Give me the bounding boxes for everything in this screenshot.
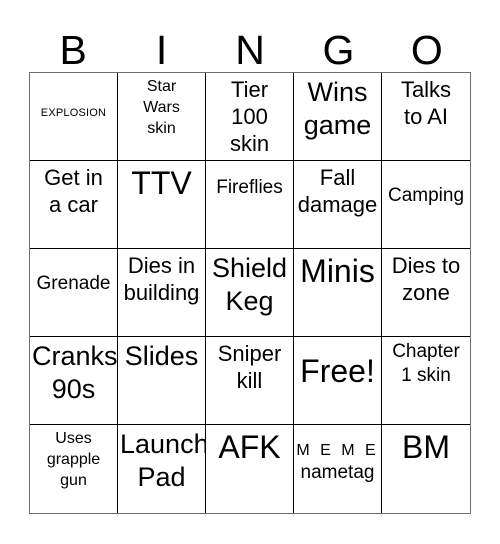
bingo-cell[interactable]: Fireflies: [206, 161, 294, 249]
bingo-cell-label: Free!: [300, 353, 375, 389]
bingo-cell-label: Uses grapple gun: [46, 430, 101, 489]
bingo-cell-label: BM: [402, 429, 450, 465]
bingo-cell[interactable]: Chapter 1 skin: [382, 337, 470, 425]
bingo-cell[interactable]: Star Wars skin: [118, 73, 206, 161]
bingo-cell[interactable]: Get in a car: [30, 161, 118, 249]
bingo-cell-label: Get in a car: [44, 165, 103, 217]
bingo-cell-label: Minis: [300, 253, 375, 289]
bingo-cell-label: Sniper kill: [217, 341, 282, 393]
bingo-cell-label: Shield Keg: [211, 253, 288, 316]
bingo-card: B I N G O EXPLOSION Star Wars skin Tier 10…: [0, 0, 500, 544]
bingo-cell-label: TTV: [131, 165, 192, 201]
bingo-header-letter-n: N: [235, 27, 265, 73]
bingo-cell-label: Camping: [387, 185, 465, 206]
bingo-cell[interactable]: EXPLOSION: [30, 73, 118, 161]
bingo-cell[interactable]: Tier 100 skin: [206, 73, 294, 161]
bingo-cell[interactable]: Free!: [294, 337, 382, 425]
bingo-header-letter-i: I: [155, 27, 168, 73]
bingo-cell-label: Launch Pad: [120, 429, 206, 492]
bingo-cell[interactable]: Shield Keg: [206, 249, 294, 337]
bingo-cell-label: Fall damage: [297, 165, 378, 217]
bingo-grid: EXPLOSION Star Wars skin Tier 100 skin Wins…: [29, 72, 471, 514]
bingo-cell-label: Grenade: [36, 273, 111, 294]
bingo-cell-label: Chapter 1 skin: [392, 341, 460, 386]
bingo-cell[interactable]: AFK: [206, 425, 294, 513]
bingo-cell-label: Fireflies: [216, 177, 283, 198]
bingo-cell[interactable]: Sniper kill: [206, 337, 294, 425]
bingo-cell[interactable]: Minis: [294, 249, 382, 337]
bingo-cell[interactable]: Grenade: [30, 249, 118, 337]
bingo-header-letter-o: O: [410, 27, 443, 73]
bingo-cell[interactable]: Dies in building: [118, 249, 206, 337]
bingo-cell-label: Tier 100 skin: [229, 77, 270, 156]
bingo-cell-label-line-2: nametag: [300, 462, 375, 483]
bingo-cell[interactable]: Launch Pad: [118, 425, 206, 513]
bingo-cell[interactable]: Slides: [118, 337, 206, 425]
bingo-header-letter-b: B: [59, 27, 87, 73]
bingo-cell[interactable]: Uses grapple gun: [30, 425, 118, 513]
bingo-cell[interactable]: BM: [382, 425, 470, 513]
bingo-header-letter-g: G: [322, 27, 355, 73]
bingo-cell[interactable]: Fall damage: [294, 161, 382, 249]
bingo-cell-label: EXPLOSION: [40, 107, 107, 119]
bingo-cell-label-line-1: M E M E: [296, 442, 379, 459]
bingo-cell[interactable]: Wins game: [294, 73, 382, 161]
bingo-cell-label: AFK: [218, 429, 281, 465]
bingo-cell-label: M E M E nametag: [296, 428, 379, 484]
bingo-cell[interactable]: Camping: [382, 161, 470, 249]
bingo-cell-label: Talks to AI: [400, 77, 452, 129]
bingo-cell[interactable]: M E M E nametag: [294, 425, 382, 513]
bingo-cell-label: Star Wars skin: [143, 78, 180, 137]
bingo-cell-label: Dies to zone: [391, 253, 461, 305]
bingo-cell-label: Cranks 90s: [32, 341, 118, 404]
bingo-cell[interactable]: Cranks 90s: [30, 337, 118, 425]
bingo-cell[interactable]: Dies to zone: [382, 249, 470, 337]
bingo-cell-label: Slides: [124, 341, 199, 371]
bingo-header: B I N G O: [29, 14, 471, 72]
bingo-cell[interactable]: TTV: [118, 161, 206, 249]
bingo-cell-label: Dies in building: [123, 253, 200, 305]
bingo-cell-label: Wins game: [303, 77, 372, 140]
bingo-cell[interactable]: Talks to AI: [382, 73, 470, 161]
